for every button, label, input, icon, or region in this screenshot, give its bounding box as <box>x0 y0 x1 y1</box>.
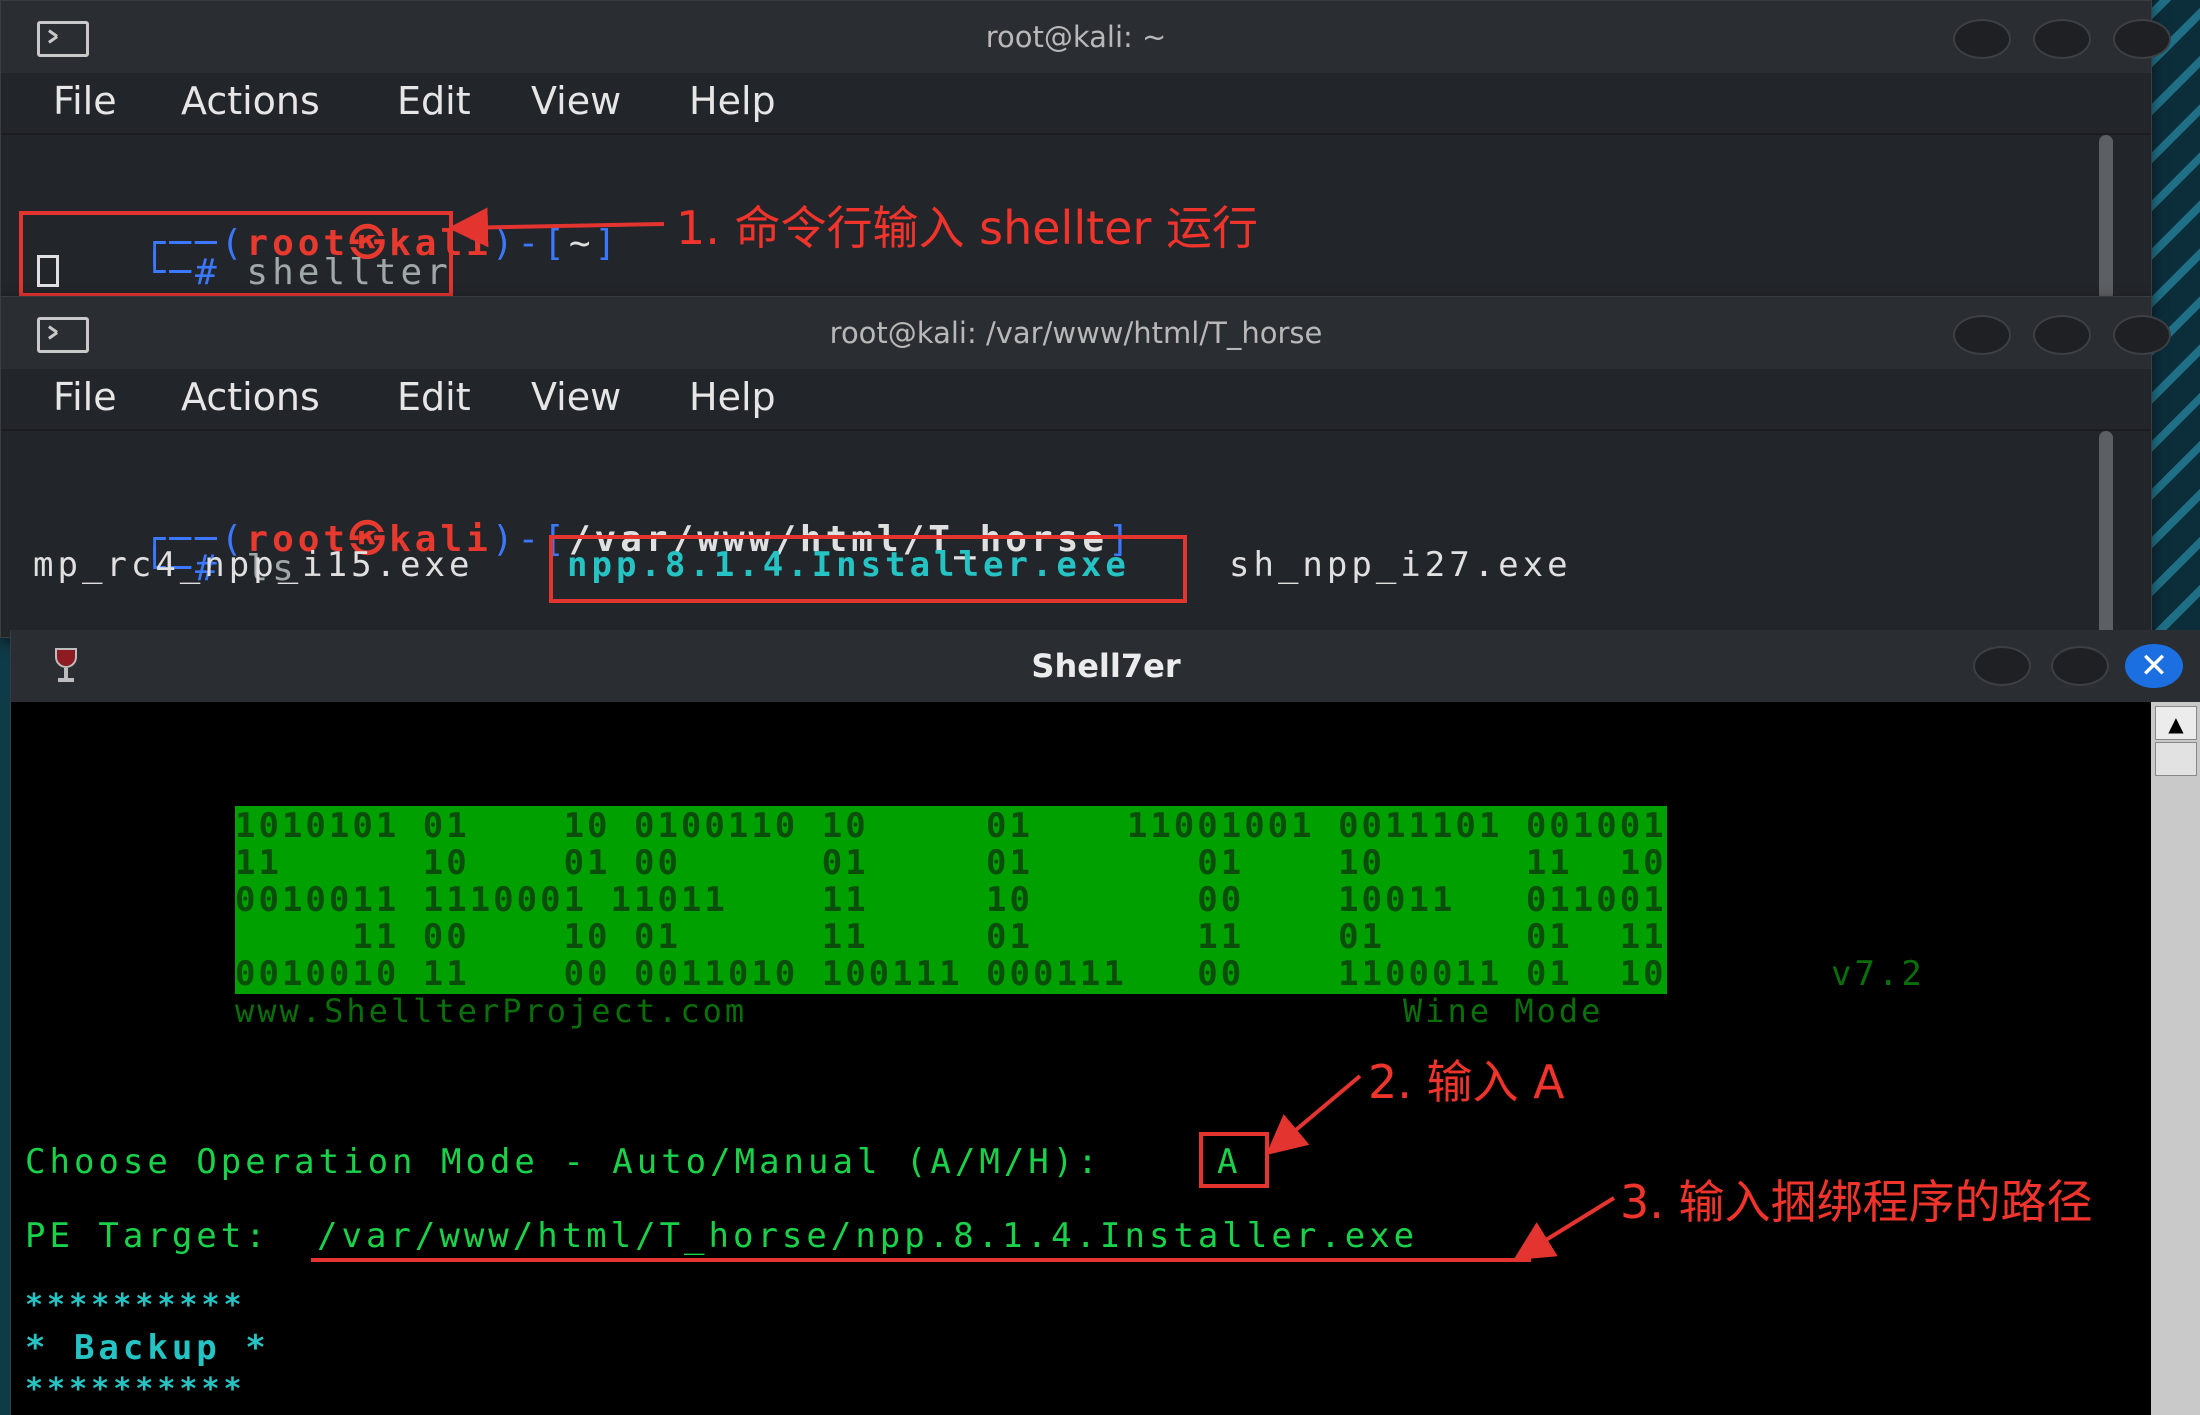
highlight-box-command <box>19 211 453 297</box>
wine-mode-label: Wine Mode <box>1403 992 1604 1030</box>
menu-bar: File Actions Edit View Help <box>1 73 2151 133</box>
maximize-button[interactable] <box>2033 19 2091 59</box>
file-listing-item: mp_rc4_npp_i15.exe <box>33 545 474 585</box>
website-label: www.ShellterProject.com <box>235 992 748 1030</box>
menu-edit[interactable]: Edit <box>397 375 471 419</box>
menu-help[interactable]: Help <box>689 375 776 419</box>
title-bar[interactable]: Shell7er ✕ <box>11 630 2200 702</box>
scrollbar[interactable] <box>2099 431 2113 637</box>
pe-target-label: PE Target: <box>25 1216 270 1256</box>
minimize-button[interactable] <box>1953 19 2011 59</box>
banner-line: 1010101 01 10 0100110 10 01 11001001 001… <box>235 806 1667 846</box>
highlight-box-mode <box>1199 1132 1269 1188</box>
stars-bottom: ********** <box>25 1372 246 1407</box>
vertical-scrollbar[interactable]: ▲ <box>2151 702 2200 1415</box>
highlight-box-installer <box>549 535 1187 603</box>
scroll-up-arrow-icon[interactable]: ▲ <box>2155 706 2197 740</box>
menu-actions[interactable]: Actions <box>181 79 320 123</box>
title-bar[interactable]: root@kali: /var/www/html/T_horse <box>1 297 2171 369</box>
scroll-thumb[interactable] <box>2155 742 2197 776</box>
menu-file[interactable]: File <box>53 375 117 419</box>
menu-view[interactable]: View <box>531 375 621 419</box>
stars-top: ********** <box>25 1288 246 1323</box>
banner-line: 0010010 11 00 0011010 100111 000111 00 1… <box>235 954 1667 994</box>
menu-help[interactable]: Help <box>689 79 776 123</box>
prompt-frame-close: ] <box>594 223 621 264</box>
pe-target-input[interactable]: /var/www/html/T_horse/npp.8.1.4.Installe… <box>317 1216 1418 1256</box>
annotation-step3: 3. 输入捆绑程序的路径 <box>1620 1175 2093 1229</box>
maximize-button[interactable] <box>2051 646 2109 686</box>
banner-line: 0010011 1110001 11011 11 10 00 10011 011… <box>235 880 1667 920</box>
shellter-window: Shell7er ✕ ▲ 1010101 01 10 0100110 10 01… <box>10 630 2200 1415</box>
window-title: root@kali: /var/www/html/T_horse <box>829 316 1323 350</box>
annotation-step1: 1. 命令行输入 shellter 运行 <box>676 201 1258 255</box>
annotation-step2: 2. 输入 A <box>1368 1055 1565 1109</box>
scrollbar[interactable] <box>2099 135 2113 301</box>
file-listing-item: sh_npp_i27.exe <box>1229 545 1572 585</box>
close-button[interactable] <box>2113 19 2171 59</box>
close-button[interactable] <box>2113 315 2171 355</box>
maximize-button[interactable] <box>2033 315 2091 355</box>
menu-bar: File Actions Edit View Help <box>1 369 2151 429</box>
banner-line: 11 00 10 01 11 01 11 01 01 11 <box>235 917 1667 957</box>
menu-edit[interactable]: Edit <box>397 79 471 123</box>
menu-file[interactable]: File <box>53 79 117 123</box>
menu-separator <box>1 133 2151 135</box>
underline-pe-target <box>311 1258 1531 1262</box>
window-title: Shell7er <box>1031 647 1181 685</box>
prompt-frame-mid: )-[ <box>491 223 569 264</box>
close-button[interactable]: ✕ <box>2125 644 2183 688</box>
menu-separator <box>1 429 2151 431</box>
title-bar[interactable]: root@kali: ~ <box>1 1 2171 73</box>
backup-heading: * Backup * <box>25 1328 270 1368</box>
operation-mode-prompt: Choose Operation Mode - Auto/Manual (A/M… <box>25 1142 1102 1182</box>
menu-actions[interactable]: Actions <box>181 375 320 419</box>
minimize-button[interactable] <box>1973 646 2031 686</box>
menu-view[interactable]: View <box>531 79 621 123</box>
minimize-button[interactable] <box>1953 315 2011 355</box>
terminal-window-thorse: root@kali: /var/www/html/T_horse File Ac… <box>0 296 2171 638</box>
banner-line: 11 10 01 00 01 01 01 10 11 10 <box>235 843 1667 883</box>
version-label: v7.2 <box>1831 954 1925 994</box>
window-title: root@kali: ~ <box>985 20 1167 54</box>
prompt-cwd: ~ <box>568 223 595 264</box>
